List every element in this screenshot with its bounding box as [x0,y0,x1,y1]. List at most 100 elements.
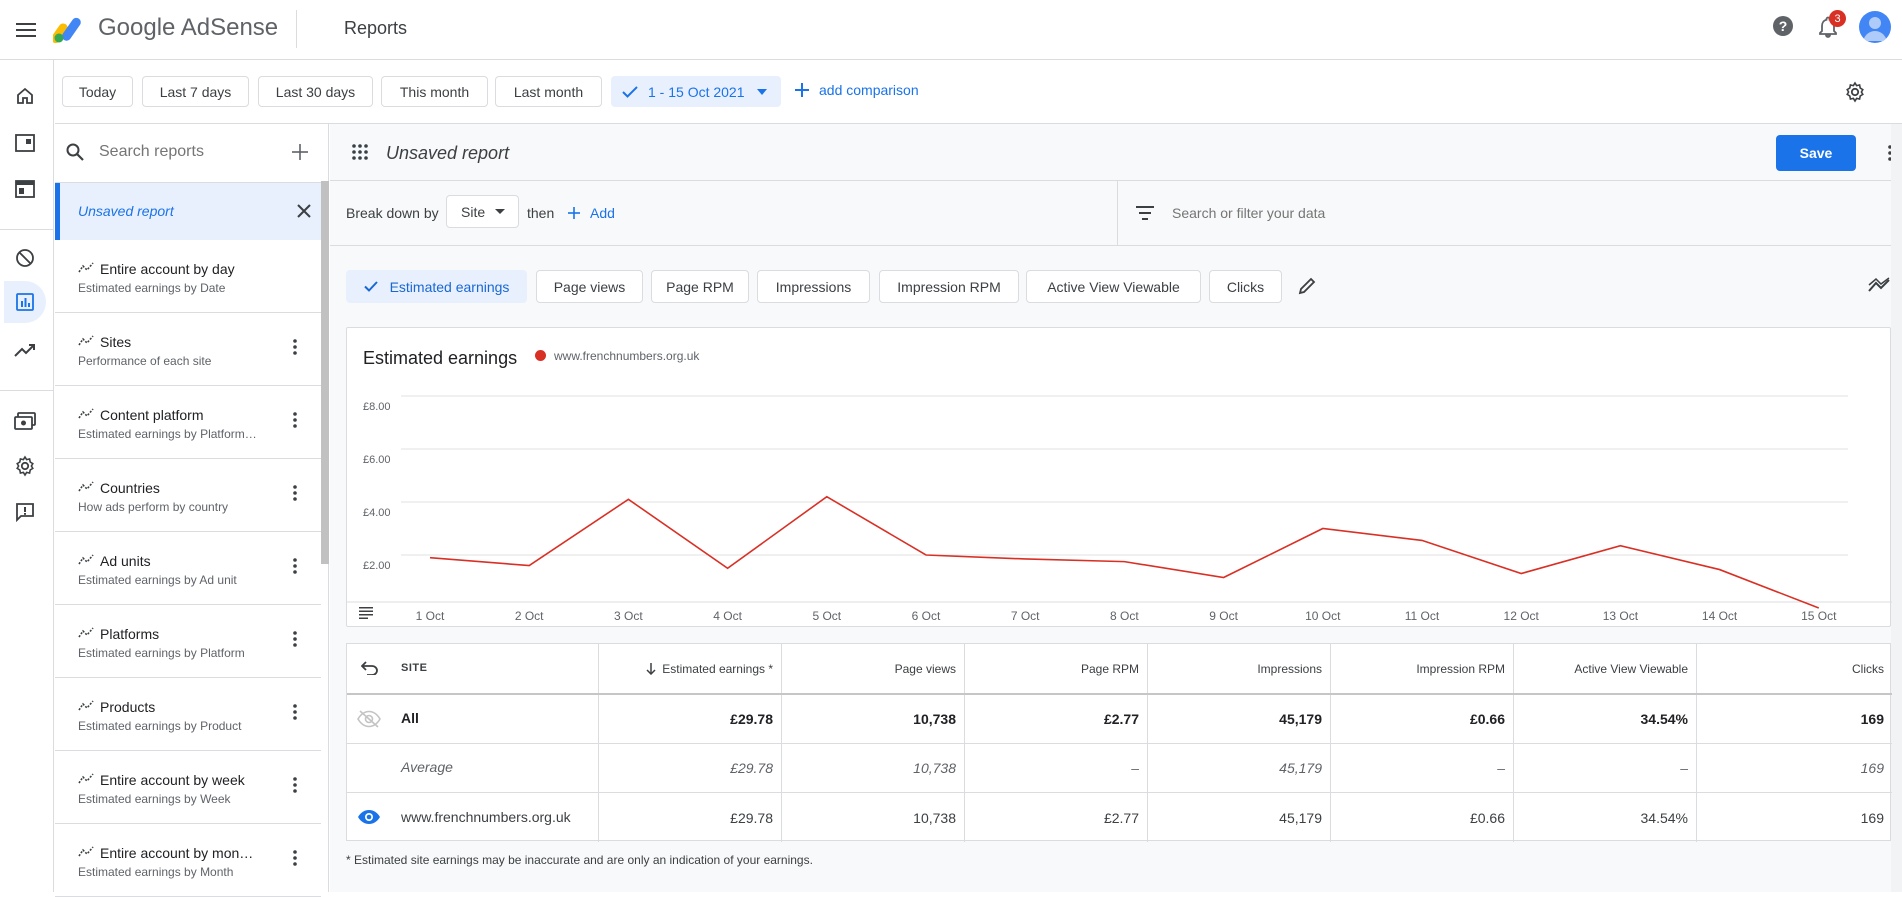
metric-chip-page-rpm[interactable]: Page RPM [651,270,749,303]
report-settings-icon[interactable] [1843,80,1867,104]
close-icon[interactable] [294,201,314,221]
save-button[interactable]: Save [1776,135,1856,171]
plus-icon [795,83,809,97]
column-header[interactable]: Clicks [1696,644,1892,694]
search-icon [65,142,85,162]
report-item-menu-icon[interactable] [293,485,297,504]
report-item-menu-icon[interactable] [293,850,297,869]
sidebar-scrollbar[interactable] [321,181,329,564]
report-item-menu-icon[interactable] [293,704,297,723]
report-sparkline-icon [78,626,94,642]
table-cell: 169 [1696,793,1892,842]
column-header[interactable]: Page RPM [964,644,1147,694]
row-label[interactable]: All [401,710,419,726]
apps-grid-icon[interactable] [352,144,368,160]
optimization-icon[interactable] [4,329,46,371]
filter-input[interactable] [1172,201,1672,225]
report-sparkline-icon [78,845,94,861]
chart-legend-menu-icon[interactable] [359,606,373,618]
report-item[interactable]: SitesPerformance of each site [55,313,321,386]
date-chip-last-30-days[interactable]: Last 30 days [258,76,373,107]
metric-chip-impressions[interactable]: Impressions [757,270,870,303]
report-sparkline-icon [78,772,94,788]
report-title[interactable]: Unsaved report [386,143,509,164]
feedback-icon[interactable] [4,491,46,533]
search-reports-input[interactable] [99,138,269,166]
edit-metrics-pencil-icon[interactable] [1298,277,1318,297]
row-label[interactable]: www.frenchnumbers.org.uk [401,809,571,825]
divider [296,10,297,48]
avatar[interactable] [1859,11,1891,43]
undo-icon[interactable] [361,661,379,677]
active-report-item[interactable]: Unsaved report [55,183,321,240]
report-item-menu-icon[interactable] [293,339,297,358]
report-item[interactable]: CountriesHow ads perform by country [55,459,321,532]
sites-icon[interactable] [4,168,46,210]
report-item[interactable]: Entire account by weekEstimated earnings… [55,751,321,824]
metric-chip-active-view-viewable[interactable]: Active View Viewable [1026,270,1201,303]
chart-type-trend-icon[interactable] [1868,277,1890,295]
table-cell: – [1513,743,1696,793]
ads-icon[interactable] [4,122,46,164]
report-item-menu-icon[interactable] [293,631,297,650]
visibility-icon[interactable] [357,809,381,827]
report-item[interactable]: Content platformEstimated earnings by Pl… [55,386,321,459]
then-label: then [527,205,554,221]
date-chip-this-month[interactable]: This month [381,76,488,107]
report-item-menu-icon[interactable] [293,777,297,796]
rail-divider [0,229,53,230]
report-item[interactable]: PlatformsEstimated earnings by Platform [55,605,321,678]
column-header[interactable]: Active View Viewable [1513,644,1696,694]
date-range-bar: Today Last 7 days Last 30 days This mont… [55,60,1902,124]
divider [1117,181,1118,245]
column-header[interactable]: Impressions [1147,644,1330,694]
metric-chip-impression-rpm[interactable]: Impression RPM [879,270,1019,303]
break-down-dropdown[interactable]: Site [446,195,519,228]
report-item-title: Entire account by day [100,261,235,277]
column-header-site[interactable]: SITE [401,662,427,674]
break-down-value: Site [461,204,485,220]
table-cell: 10,738 [781,743,964,793]
blocking-controls-icon[interactable] [4,237,46,279]
report-item-menu-icon[interactable] [293,558,297,577]
metric-chip-page-views[interactable]: Page views [536,270,643,303]
column-header-label: Page views [895,662,956,676]
x-tick-label: 5 Oct [812,609,841,623]
metric-chip-clicks[interactable]: Clicks [1209,270,1282,303]
add-comparison-link[interactable]: add comparison [795,82,919,98]
date-chip-today[interactable]: Today [62,76,133,107]
report-item-menu-icon[interactable] [293,412,297,431]
table-footnote: * Estimated site earnings may be inaccur… [346,853,813,867]
report-item-title: Sites [100,334,131,350]
add-breakdown-button[interactable]: Add [568,205,615,221]
sort-descending-icon [646,663,656,675]
date-range-selector[interactable]: 1 - 15 Oct 2021 [611,76,781,107]
report-item[interactable]: Entire account by dayEstimated earnings … [55,240,321,313]
help-icon[interactable]: ? [1771,14,1795,38]
x-tick-label: 2 Oct [515,609,544,623]
row-label: Average [401,759,453,775]
reports-icon[interactable] [4,281,46,323]
column-header[interactable]: Estimated earnings * [598,644,781,694]
date-chip-last-month[interactable]: Last month [495,76,602,107]
metric-chip-estimated-earnings[interactable]: Estimated earnings [346,270,527,303]
dropdown-arrow-icon [757,89,767,95]
date-chip-last-7-days[interactable]: Last 7 days [142,76,249,107]
x-tick-label: 6 Oct [912,609,941,623]
menu-icon[interactable] [8,12,44,48]
report-item[interactable]: ProductsEstimated earnings by Product [55,678,321,751]
new-report-plus-icon[interactable] [290,142,310,162]
breakdown-row: Break down by Site then Add [330,181,1902,246]
column-header[interactable]: Page views [781,644,964,694]
report-sparkline-icon [78,480,94,496]
report-item[interactable]: Ad unitsEstimated earnings by Ad unit [55,532,321,605]
home-icon[interactable] [4,75,46,117]
x-tick-label: 1 Oct [416,609,445,623]
settings-icon[interactable] [4,445,46,487]
visibility-off-icon[interactable] [357,710,381,728]
report-item-title: Entire account by mon… [100,845,253,861]
payments-icon[interactable] [4,400,46,442]
column-header[interactable]: Impression RPM [1330,644,1513,694]
report-sparkline-icon [78,407,94,423]
report-item[interactable]: Entire account by mon…Estimated earnings… [55,824,321,897]
